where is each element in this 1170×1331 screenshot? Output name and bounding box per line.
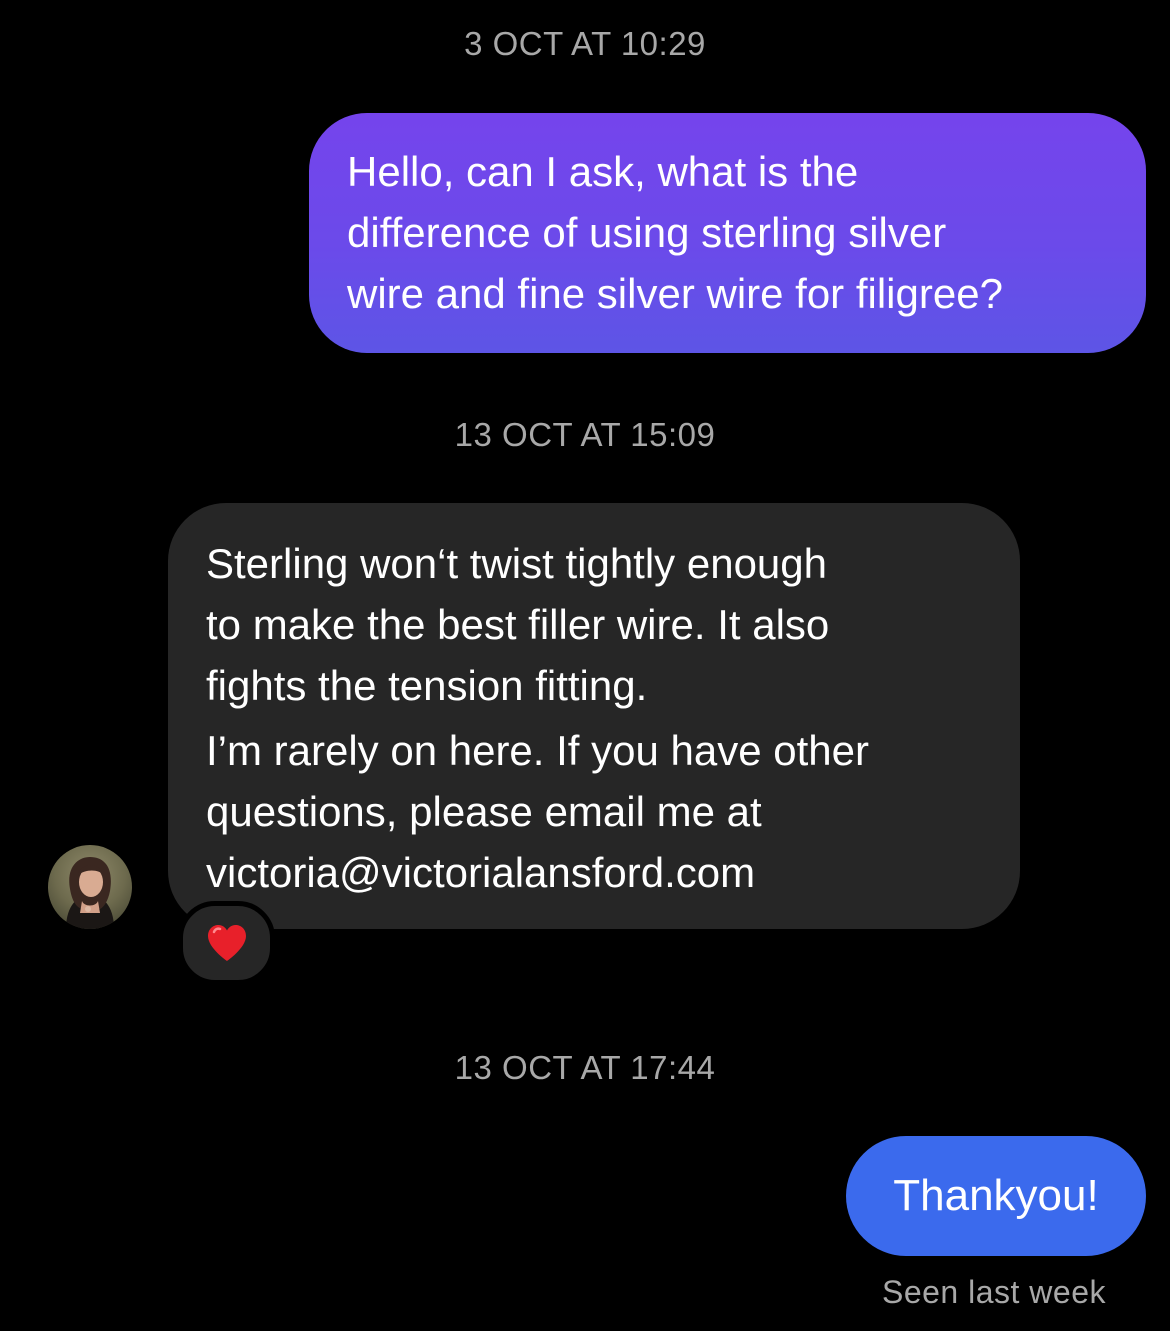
message-line: wire and fine silver wire for filigree? bbox=[347, 270, 1003, 317]
message-reaction[interactable] bbox=[178, 901, 275, 985]
message-line: fights the tension fitting. bbox=[206, 662, 648, 709]
message-text: Thankyou! bbox=[893, 1171, 1099, 1220]
outgoing-message-bubble[interactable]: Thankyou! bbox=[846, 1136, 1146, 1256]
seen-status: Seen last week bbox=[881, 1274, 1106, 1310]
message-line: Hello, can I ask, what is the bbox=[347, 148, 859, 195]
timestamp-2: 13 OCT AT 15:09 bbox=[454, 416, 716, 453]
message-paragraph: Sterling won‘t twist tightly enough to m… bbox=[206, 533, 990, 716]
email-link[interactable]: victoria@victorialansford.com bbox=[206, 842, 990, 903]
message-paragraph: I’m rarely on here. If you have other qu… bbox=[206, 720, 990, 903]
contact-avatar[interactable] bbox=[48, 845, 132, 929]
message-line: difference of using sterling silver bbox=[347, 209, 947, 256]
message-line: questions, please email me at bbox=[206, 788, 762, 835]
avatar-photo-icon bbox=[48, 845, 132, 929]
incoming-message-bubble[interactable]: Sterling won‘t twist tightly enough to m… bbox=[168, 503, 1020, 929]
red-heart-icon bbox=[207, 925, 246, 961]
timestamp-3: 13 OCT AT 17:44 bbox=[454, 1049, 716, 1086]
timestamp-1: 3 OCT AT 10:29 bbox=[464, 25, 706, 62]
outgoing-message-bubble[interactable]: Hello, can I ask, what is the difference… bbox=[309, 113, 1146, 353]
message-line: I’m rarely on here. If you have other bbox=[206, 727, 869, 774]
message-line: to make the best filler wire. It also bbox=[206, 601, 830, 648]
message-line: Sterling won‘t twist tightly enough bbox=[206, 540, 827, 587]
